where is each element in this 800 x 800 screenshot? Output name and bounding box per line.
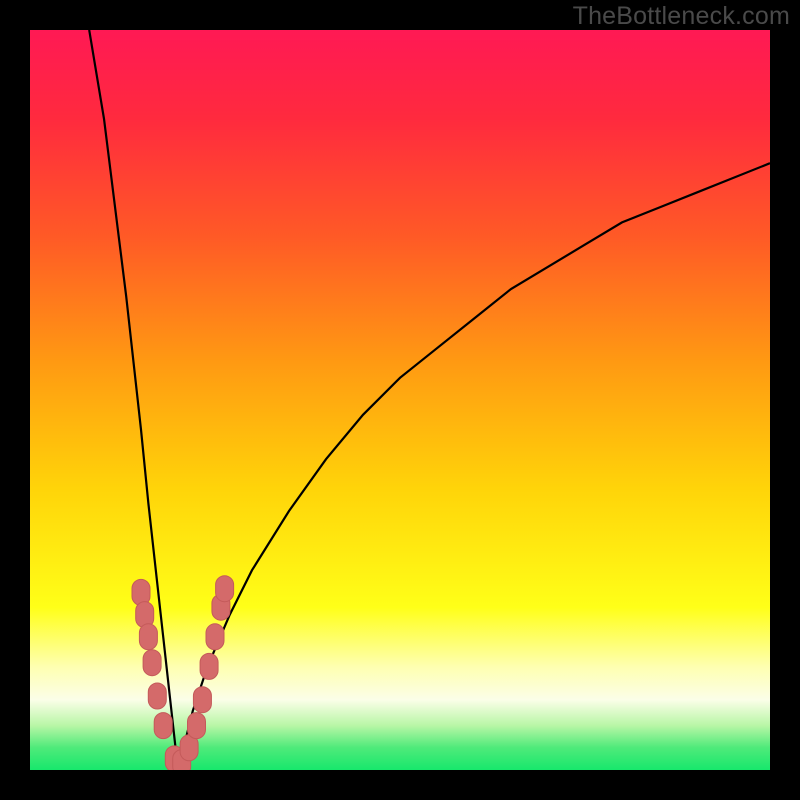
highlight-marker bbox=[200, 653, 218, 679]
highlight-marker bbox=[139, 624, 157, 650]
chart-frame: TheBottleneck.com bbox=[0, 0, 800, 800]
highlight-marker bbox=[143, 650, 161, 676]
highlight-marker bbox=[148, 683, 166, 709]
highlight-marker bbox=[154, 713, 172, 739]
highlight-marker bbox=[188, 713, 206, 739]
plot-area bbox=[30, 30, 770, 770]
curve-right-branch bbox=[178, 163, 770, 770]
highlight-marker bbox=[216, 576, 234, 602]
highlight-marker bbox=[193, 687, 211, 713]
watermark-text: TheBottleneck.com bbox=[573, 2, 790, 31]
highlighted-points-group bbox=[132, 576, 234, 770]
highlight-marker bbox=[206, 624, 224, 650]
bottleneck-curve bbox=[30, 30, 770, 770]
curve-left-branch bbox=[89, 30, 178, 770]
